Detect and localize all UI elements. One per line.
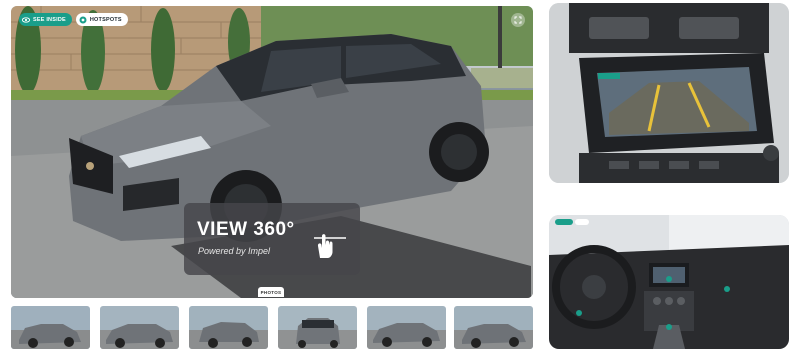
photo-thumbnail-strip bbox=[11, 306, 533, 349]
powered-by-label: Powered by Impel bbox=[198, 246, 271, 256]
expand-button[interactable] bbox=[511, 13, 525, 27]
see-inside-button[interactable]: SEE INSIDE bbox=[19, 13, 72, 26]
interior-cockpit-image bbox=[549, 215, 789, 349]
photo-thumbnail[interactable] bbox=[278, 306, 357, 349]
interior-360-photo[interactable] bbox=[549, 215, 789, 349]
expand-icon bbox=[514, 11, 522, 29]
hotspots-label: HOTSPOTS bbox=[89, 16, 122, 23]
view-360-title: VIEW 360° bbox=[197, 219, 295, 240]
eye-icon bbox=[22, 16, 30, 24]
dashboard-screen-photo[interactable] bbox=[549, 3, 789, 183]
photos-tab[interactable]: PHOTOS bbox=[258, 287, 284, 297]
photo-thumbnail[interactable] bbox=[100, 306, 179, 349]
viewer-top-controls: SEE INSIDE HOTSPOTS bbox=[19, 13, 128, 26]
photo-thumbnail[interactable] bbox=[11, 306, 90, 349]
photo-thumbnail[interactable] bbox=[189, 306, 268, 349]
hand-drag-icon bbox=[314, 234, 346, 258]
photo-thumbnail[interactable] bbox=[367, 306, 446, 349]
dashboard-screen-image bbox=[549, 3, 789, 183]
photo-thumbnail[interactable] bbox=[454, 306, 533, 349]
see-inside-label: SEE INSIDE bbox=[33, 16, 66, 23]
view-360-overlay[interactable]: VIEW 360° Powered by Impel bbox=[184, 203, 360, 275]
target-icon bbox=[79, 16, 87, 24]
hotspots-button[interactable]: HOTSPOTS bbox=[75, 13, 128, 26]
